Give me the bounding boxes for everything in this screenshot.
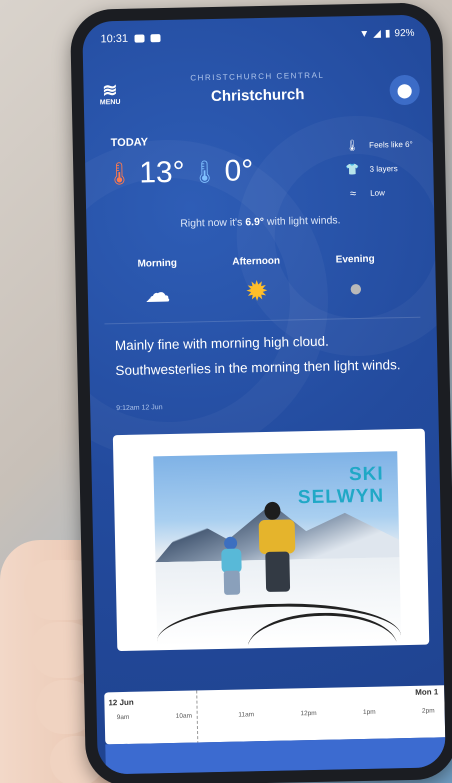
skier-jacket (258, 519, 296, 555)
phone: 10:31 ▼ ◢ ▮ 92% ≋ MENU CHRISTCHURCH CENT… (69, 2, 452, 783)
sun-icon: ✹ (246, 277, 268, 306)
high-temp: 13° (138, 155, 185, 190)
wifi-icon: ▼ (359, 28, 370, 40)
timeline-date-end: Mon 1 (415, 687, 439, 697)
today-label: TODAY (110, 136, 149, 150)
notification-icon (149, 34, 161, 43)
ski-photo: SKI SELWYN (153, 451, 402, 647)
skier-jacket (221, 548, 242, 573)
battery-icon: ▮ (384, 27, 391, 39)
wind-text: Low (370, 188, 385, 198)
layers-text: 3 layers (369, 164, 398, 174)
skier-legs (223, 570, 241, 595)
period-morning[interactable]: Morning ☁ (117, 257, 198, 309)
hour-label: 1pm (362, 708, 376, 716)
skier-legs (265, 551, 291, 592)
wind-icon: ≈ (349, 188, 357, 201)
day-periods: Morning ☁ Afternoon ✹ Evening ● (117, 253, 396, 309)
notification-icon (133, 34, 145, 43)
hour-label: 2pm (421, 707, 435, 715)
status-time: 10:31 (100, 32, 129, 46)
current-temp: 6.9° (245, 215, 265, 229)
skier-adult (258, 501, 296, 592)
partly-cloudy-icon: ☁ (145, 279, 171, 308)
current-suffix: with light winds. (263, 214, 341, 228)
moon-icon: ● (348, 274, 364, 303)
period-label: Evening (335, 253, 375, 266)
thermometer-hot-icon: 🌡 (105, 160, 134, 187)
period-label: Afternoon (232, 255, 281, 268)
conditions-list: 🌡 Feels like 6° 👕 3 layers ≈ Low (345, 133, 414, 206)
period-afternoon[interactable]: Afternoon ✹ (216, 255, 297, 307)
skier-child (221, 536, 246, 596)
temperature-range: 🌡 13° 🌡 0° (105, 154, 254, 191)
shirt-icon: 👕 (345, 163, 360, 177)
location-pin-icon: ⬤ (396, 81, 413, 98)
feels-like-text: Feels like 6° (369, 139, 413, 150)
low-temp: 0° (224, 154, 254, 188)
location-header: CHRISTCHURCH CENTRAL Christchurch (83, 68, 432, 107)
thermometer-icon: 🌡 (345, 139, 360, 153)
hour-label: 10am (175, 712, 193, 720)
timeline-bar (105, 737, 446, 775)
logo-line: SKI (348, 463, 384, 486)
hourly-timeline[interactable]: 12 Jun Mon 1 9am 10am 11am 12pm 1pm 2pm (104, 685, 446, 765)
hour-label: 9am (116, 713, 130, 722)
signal-icon: ◢ (373, 27, 382, 40)
forecast-text: Mainly fine with morning high cloud. Sou… (114, 333, 401, 379)
timeline-date-start: 12 Jun (108, 697, 134, 708)
city-name: Christchurch (210, 86, 305, 106)
battery-level: 92% (394, 27, 415, 39)
wind-row: ≈ Low (346, 181, 414, 206)
period-label: Morning (137, 257, 178, 270)
advertisement[interactable]: SKI SELWYN (112, 428, 430, 652)
feels-like-row: 🌡 Feels like 6° (345, 133, 413, 158)
region-label: CHRISTCHURCH CENTRAL (190, 70, 325, 83)
current-prefix: Right now it's (180, 216, 246, 230)
layers-row: 👕 3 layers (345, 157, 413, 182)
app-screen: 10:31 ▼ ◢ ▮ 92% ≋ MENU CHRISTCHURCH CENT… (82, 14, 446, 775)
skier-head (264, 501, 281, 521)
thermometer-cold-icon: 🌡 (190, 158, 219, 185)
forecast-issued-time: 9:12am 12 Jun (116, 404, 163, 413)
status-bar: 10:31 ▼ ◢ ▮ 92% (100, 27, 415, 46)
period-evening[interactable]: Evening ● (315, 253, 396, 305)
hour-label: 12pm (300, 709, 317, 718)
logo-line: SELWYN (297, 485, 385, 509)
timeline-hours: 9am 10am 11am 12pm 1pm 2pm (117, 707, 435, 721)
hour-label: 11am (238, 711, 255, 719)
ski-selwyn-logo: SKI SELWYN (297, 463, 385, 510)
